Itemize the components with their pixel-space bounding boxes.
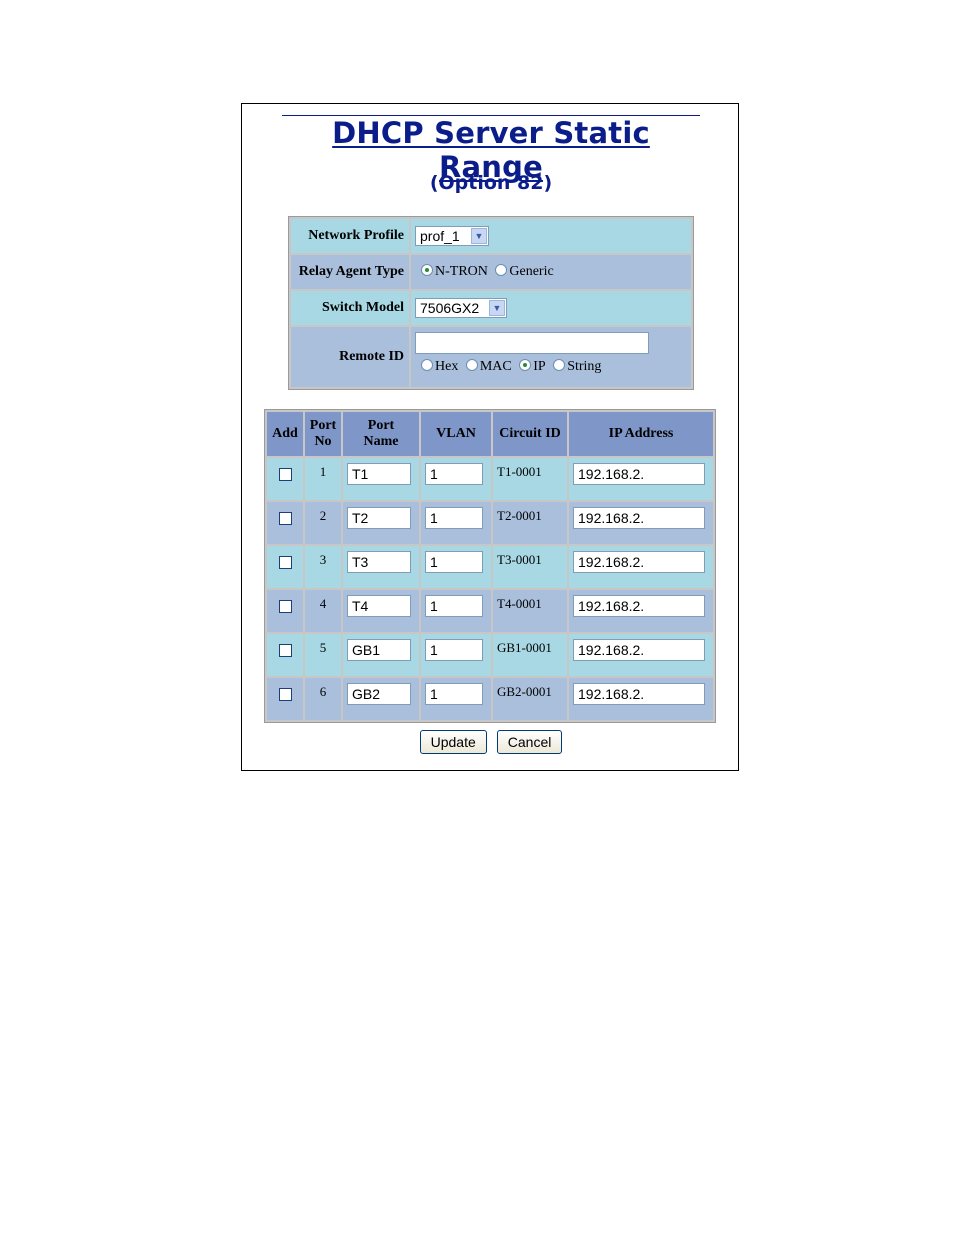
add-checkbox[interactable] <box>278 468 292 481</box>
vlan-input[interactable]: 1 <box>425 507 483 529</box>
table-row: 2 T2 1 T2-0001 192.168.2. <box>267 502 713 544</box>
switch-model-label: Switch Model <box>291 291 409 325</box>
vlan-input[interactable]: 1 <box>425 463 483 485</box>
network-profile-label: Network Profile <box>291 219 409 253</box>
port-no-cell: 1 <box>305 458 341 500</box>
col-header-port-name: Port Name <box>343 412 419 456</box>
ports-table-header: Add Port No Port Name VLAN Circuit ID IP A… <box>267 412 713 456</box>
network-profile-select[interactable]: prof_1 ▼ <box>415 226 489 246</box>
table-row: 4 T4 1 T4-0001 192.168.2. <box>267 590 713 632</box>
remote-id-string-label: String <box>567 359 602 374</box>
col-header-add: Add <box>267 412 303 456</box>
vlan-input[interactable]: 1 <box>425 639 483 661</box>
remote-id-label: Remote ID <box>291 327 409 387</box>
add-checkbox[interactable] <box>278 644 292 657</box>
port-name-input[interactable]: T3 <box>347 551 411 573</box>
table-row: 6 GB2 1 GB2-0001 192.168.2. <box>267 678 713 720</box>
ip-address-input[interactable]: 192.168.2. <box>573 595 705 617</box>
ip-address-input[interactable]: 192.168.2. <box>573 463 705 485</box>
relay-generic-radio[interactable] <box>495 264 508 276</box>
port-name-input[interactable]: T4 <box>347 595 411 617</box>
ip-address-input[interactable]: 192.168.2. <box>573 551 705 573</box>
port-no-cell: 3 <box>305 546 341 588</box>
circuit-id-cell: T2-0001 <box>493 502 567 544</box>
remote-id-string-radio[interactable] <box>553 359 566 371</box>
config-row-switch-model: Switch Model 7506GX2 ▼ <box>291 291 691 325</box>
config-row-relay-agent-type: Relay Agent Type N-TRON Generic <box>291 255 691 289</box>
table-row: 5 GB1 1 GB1-0001 192.168.2. <box>267 634 713 676</box>
circuit-id-cell: T1-0001 <box>493 458 567 500</box>
remote-id-input[interactable] <box>415 332 649 354</box>
vlan-input[interactable]: 1 <box>425 683 483 705</box>
remote-id-mac-label: MAC <box>479 359 512 374</box>
port-no-cell: 4 <box>305 590 341 632</box>
circuit-id-cell: GB2-0001 <box>493 678 567 720</box>
vlan-input[interactable]: 1 <box>425 551 483 573</box>
circuit-id-cell: T3-0001 <box>493 546 567 588</box>
config-row-network-profile: Network Profile prof_1 ▼ <box>291 219 691 253</box>
button-bar: Update Cancel <box>242 730 740 754</box>
remote-id-hex-label: Hex <box>435 359 459 374</box>
add-checkbox[interactable] <box>278 600 292 613</box>
ip-address-input[interactable]: 192.168.2. <box>573 507 705 529</box>
config-row-remote-id: Remote ID Hex MAC IP String <box>291 327 691 387</box>
port-name-input[interactable]: T1 <box>347 463 411 485</box>
ports-table: Add Port No Port Name VLAN Circuit ID IP A… <box>264 409 716 723</box>
chevron-down-icon[interactable]: ▼ <box>489 300 505 316</box>
relay-ntron-radio[interactable] <box>421 264 433 276</box>
relay-ntron-label: N-TRON <box>435 264 488 279</box>
remote-id-mac-radio[interactable] <box>465 359 478 371</box>
add-checkbox[interactable] <box>278 556 292 569</box>
table-row: 1 T1 1 T1-0001 192.168.2. <box>267 458 713 500</box>
circuit-id-cell: T4-0001 <box>493 590 567 632</box>
port-name-input[interactable]: T2 <box>347 507 411 529</box>
port-name-input[interactable]: GB2 <box>347 683 411 705</box>
chevron-down-icon[interactable]: ▼ <box>471 228 487 244</box>
remote-id-ip-radio[interactable] <box>519 359 532 371</box>
add-checkbox[interactable] <box>278 688 292 701</box>
relay-agent-type-label: Relay Agent Type <box>291 255 409 289</box>
vlan-input[interactable]: 1 <box>425 595 483 617</box>
dhcp-static-range-panel: DHCP Server Static Range (Option 82) Net… <box>241 103 739 771</box>
relay-generic-label: Generic <box>509 264 554 279</box>
update-button[interactable]: Update <box>419 730 487 754</box>
table-row: 3 T3 1 T3-0001 192.168.2. <box>267 546 713 588</box>
port-no-cell: 5 <box>305 634 341 676</box>
add-checkbox[interactable] <box>278 512 292 525</box>
remote-id-hex-radio[interactable] <box>421 359 433 371</box>
page-subtitle: (Option 82) <box>429 172 553 194</box>
network-profile-value: prof_1 <box>420 228 460 244</box>
switch-model-value: 7506GX2 <box>420 300 480 316</box>
port-name-input[interactable]: GB1 <box>347 639 411 661</box>
cancel-button[interactable]: Cancel <box>496 730 563 754</box>
col-header-ip-address: IP Address <box>569 412 713 456</box>
port-no-cell: 2 <box>305 502 341 544</box>
circuit-id-cell: GB1-0001 <box>493 634 567 676</box>
ip-address-input[interactable]: 192.168.2. <box>573 639 705 661</box>
col-header-circuit-id: Circuit ID <box>493 412 567 456</box>
col-header-port-no: Port No <box>305 412 341 456</box>
switch-model-select[interactable]: 7506GX2 ▼ <box>415 298 507 318</box>
config-table: Network Profile prof_1 ▼ Relay Agent Typ… <box>288 216 694 390</box>
ports-table-body: 1 T1 1 T1-0001 192.168.2. 2 T2 1 T2-0001 192.168.… <box>267 458 713 720</box>
remote-id-ip-label: IP <box>533 359 546 374</box>
col-header-vlan: VLAN <box>421 412 491 456</box>
port-no-cell: 6 <box>305 678 341 720</box>
ip-address-input[interactable]: 192.168.2. <box>573 683 705 705</box>
